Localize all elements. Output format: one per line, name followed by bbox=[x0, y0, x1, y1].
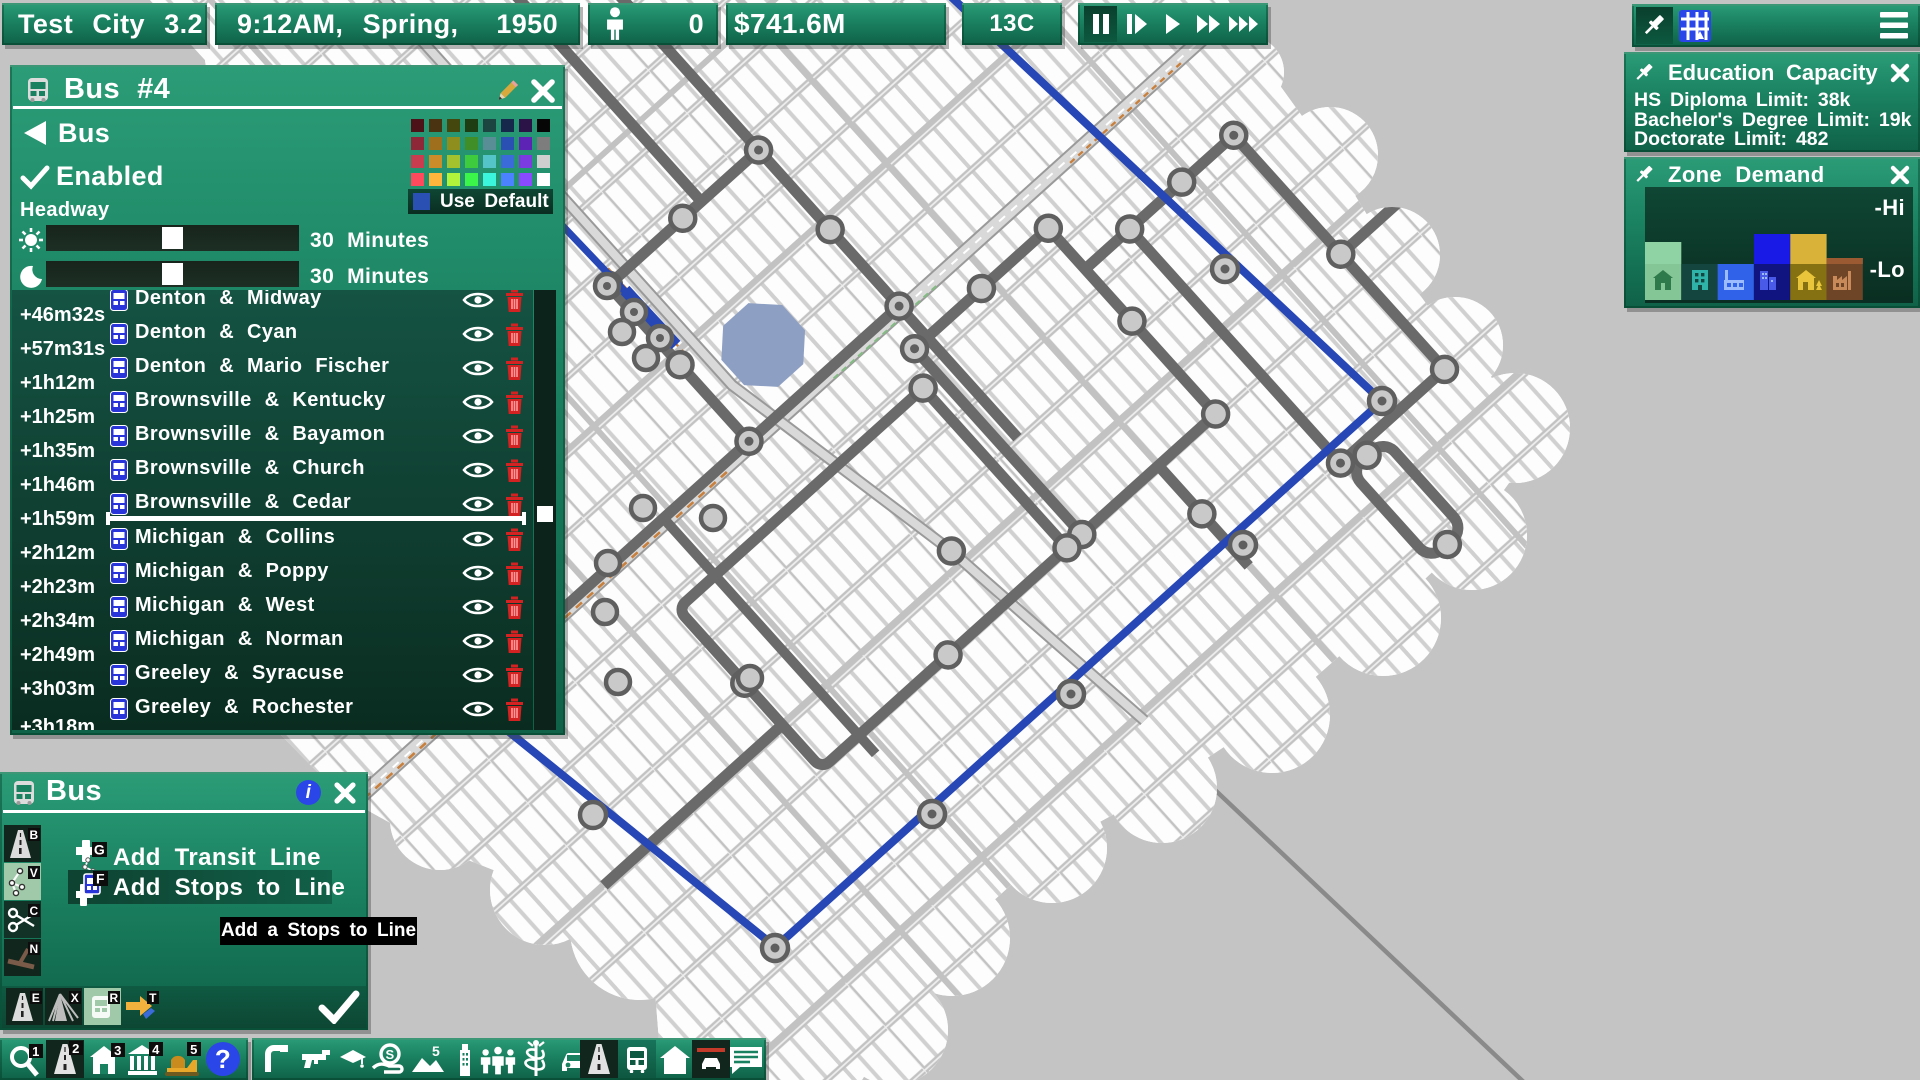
svg-text:3: 3 bbox=[114, 1043, 122, 1058]
svg-text:5: 5 bbox=[432, 1044, 440, 1059]
svg-text:N: N bbox=[29, 942, 38, 956]
svg-text:1: 1 bbox=[32, 1044, 40, 1059]
svg-text:4: 4 bbox=[152, 1042, 160, 1057]
svg-text:B: B bbox=[29, 828, 38, 842]
svg-text:5: 5 bbox=[190, 1042, 198, 1057]
svg-text:2: 2 bbox=[72, 1041, 80, 1056]
svg-text:E: E bbox=[32, 991, 40, 1005]
svg-text:T: T bbox=[149, 991, 157, 1005]
svg-text:S: S bbox=[385, 1047, 394, 1062]
svg-text:X: X bbox=[71, 991, 79, 1005]
svg-text:G: G bbox=[94, 842, 105, 858]
svg-text:R: R bbox=[109, 991, 118, 1005]
svg-text:C: C bbox=[29, 904, 38, 918]
svg-text:V: V bbox=[30, 866, 38, 880]
svg-text:F: F bbox=[96, 871, 105, 887]
